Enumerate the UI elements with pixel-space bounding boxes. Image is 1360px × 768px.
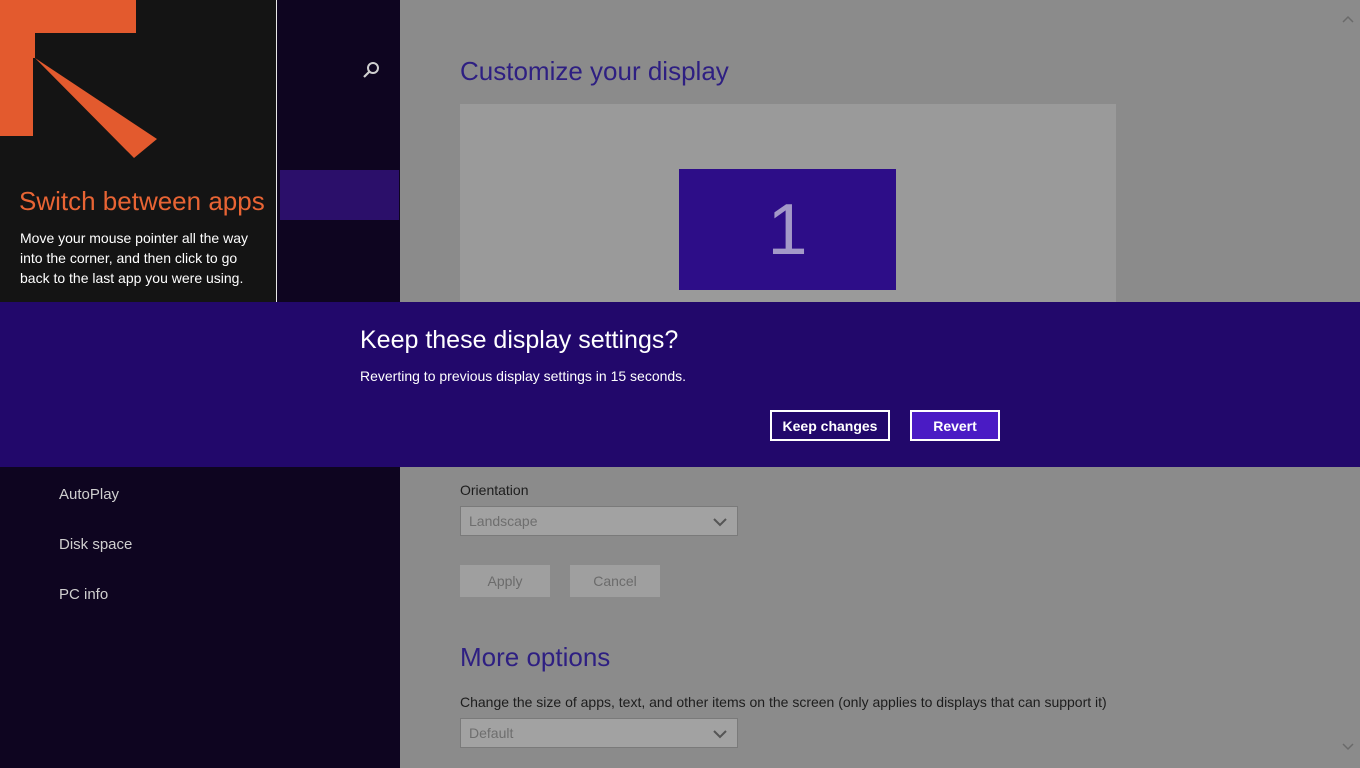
scroll-up-icon[interactable] xyxy=(1342,14,1354,26)
tip-title: Switch between apps xyxy=(19,186,265,216)
search-icon[interactable] xyxy=(360,60,382,82)
size-value: Default xyxy=(469,725,514,741)
tip-panel: Switch between apps Move your mouse poin… xyxy=(0,0,277,325)
orientation-value: Landscape xyxy=(469,513,538,529)
arrow-up-left-icon xyxy=(0,0,157,158)
tip-text: Move your mouse pointer all the way into… xyxy=(20,230,248,286)
size-label: Change the size of apps, text, and other… xyxy=(460,694,1107,710)
more-options-title: More options xyxy=(460,642,611,672)
nav-selected-item[interactable] xyxy=(280,170,399,220)
orientation-label: Orientation xyxy=(460,482,529,498)
revert-button[interactable]: Revert xyxy=(910,410,1000,441)
nav-item-pc-info[interactable]: PC info xyxy=(59,586,108,603)
monitor-tile[interactable]: 1 xyxy=(679,169,896,290)
page-title: Customize your display xyxy=(460,56,729,86)
dialog-message: Reverting to previous display settings i… xyxy=(360,368,687,384)
nav-item-autoplay[interactable]: AutoPlay xyxy=(59,486,119,503)
apply-button[interactable]: Apply xyxy=(460,565,550,597)
orientation-select[interactable]: Landscape xyxy=(460,506,738,536)
chevron-down-icon xyxy=(713,518,727,527)
confirm-dialog: Keep these display settings? Reverting t… xyxy=(0,302,1360,467)
nav-item-disk-space[interactable]: Disk space xyxy=(59,536,132,553)
keep-changes-button[interactable]: Keep changes xyxy=(770,410,890,441)
monitor-number: 1 xyxy=(767,189,808,270)
dialog-title: Keep these display settings? xyxy=(360,326,679,354)
chevron-down-icon xyxy=(713,730,727,739)
size-select[interactable]: Default xyxy=(460,718,738,748)
cancel-button[interactable]: Cancel xyxy=(570,565,660,597)
scroll-down-icon[interactable] xyxy=(1342,740,1354,752)
